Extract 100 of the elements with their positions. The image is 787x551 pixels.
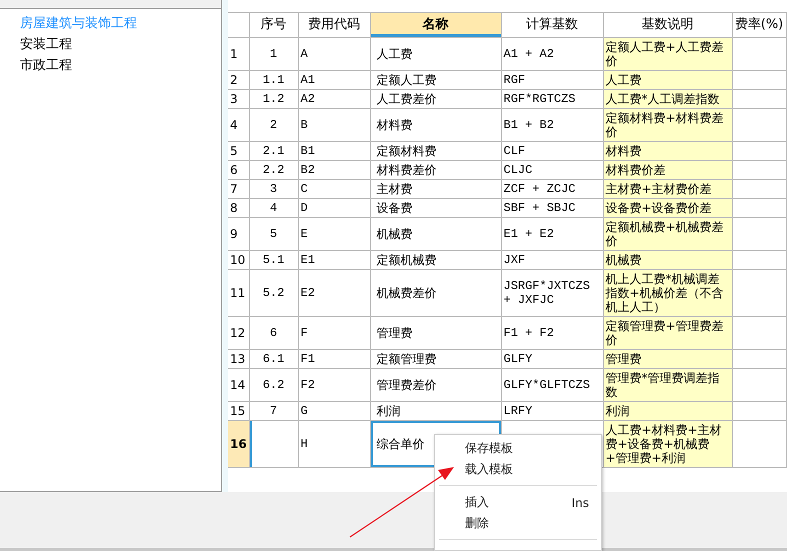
row-number[interactable]: 1 bbox=[228, 38, 249, 70]
table-cell: JSRGF*JXTCZS + JXFJC bbox=[501, 270, 603, 316]
table-cell: C bbox=[298, 180, 370, 198]
table-cell: B2 bbox=[298, 160, 370, 180]
table-cell: 定额人工费+人工费差价 bbox=[603, 38, 732, 70]
table-cell: F1 + F2 bbox=[501, 316, 603, 350]
table-cell: SBF + SBJC bbox=[501, 198, 603, 218]
row-number[interactable]: 14 bbox=[228, 368, 249, 402]
table-cell: 1.1 bbox=[249, 70, 298, 90]
row-number[interactable]: 3 bbox=[228, 90, 249, 108]
table-cell: F bbox=[298, 316, 370, 350]
table-cell: 人工费*人工调差指数 bbox=[603, 90, 732, 108]
table-cell: GLFY bbox=[501, 350, 603, 368]
table-cell: 人工费 bbox=[603, 70, 732, 90]
table-cell: 2.1 bbox=[249, 142, 298, 160]
table-cell: 主材费 bbox=[370, 180, 501, 198]
menu-item[interactable]: 删除 bbox=[435, 513, 601, 534]
table-cell: 机械费 bbox=[603, 250, 732, 270]
table-cell: 6.2 bbox=[249, 368, 298, 402]
row-number[interactable]: 4 bbox=[228, 108, 249, 142]
table-cell: 机械费差价 bbox=[370, 270, 501, 316]
table-cell: F1 bbox=[298, 350, 370, 368]
table-cell: 设备费+设备费价差 bbox=[603, 198, 732, 218]
table-cell: A1 + A2 bbox=[501, 38, 603, 70]
menu-item[interactable]: 插入 Ins bbox=[435, 492, 601, 513]
table-cell: 利润 bbox=[370, 402, 501, 420]
table-cell: 定额机械费+机械费差价 bbox=[603, 218, 732, 250]
table-cell: 设备费 bbox=[370, 198, 501, 218]
column-header[interactable]: 费率(%) bbox=[732, 12, 786, 38]
table-cell: A1 bbox=[298, 70, 370, 90]
row-number[interactable]: 6 bbox=[228, 160, 249, 180]
table-cell: 3 bbox=[249, 180, 298, 198]
table-cell: 管理费*管理费调差指数 bbox=[603, 368, 732, 402]
table-cell: 利润 bbox=[603, 402, 732, 420]
row-number[interactable]: 12 bbox=[228, 316, 249, 350]
table-cell: 人工费 bbox=[370, 38, 501, 70]
table-cell: 材料费价差 bbox=[603, 160, 732, 180]
table-cell: E2 bbox=[298, 270, 370, 316]
table-cell: 机上人工费*机械调差指数+机械价差（不含机上人工） bbox=[603, 270, 732, 316]
table-cell: ZCF + ZCJC bbox=[501, 180, 603, 198]
table-cell: 管理费差价 bbox=[370, 368, 501, 402]
table-cell: 材料费差价 bbox=[370, 160, 501, 180]
table-cell: 定额管理费 bbox=[370, 350, 501, 368]
row-number[interactable]: 5 bbox=[228, 142, 249, 160]
table-cell: E1 + E2 bbox=[501, 218, 603, 250]
table-cell: A bbox=[298, 38, 370, 70]
menu-item-label: 插入 bbox=[465, 494, 490, 511]
table-cell: 6.1 bbox=[249, 350, 298, 368]
table-cell: RGF bbox=[501, 70, 603, 90]
table-cell: H bbox=[298, 420, 370, 468]
table-cell: 机械费 bbox=[370, 218, 501, 250]
table-cell: 定额材料费+材料费差价 bbox=[603, 108, 732, 142]
column-header[interactable]: 计算基数 bbox=[501, 12, 603, 38]
table-cell: E1 bbox=[298, 250, 370, 270]
splitter[interactable] bbox=[222, 0, 228, 492]
table-cell: 5 bbox=[249, 218, 298, 250]
table-cell: 2.2 bbox=[249, 160, 298, 180]
menu-item-label: 删除 bbox=[465, 515, 490, 532]
row-number[interactable]: 16 bbox=[228, 420, 249, 468]
table-cell: 管理费 bbox=[370, 316, 501, 350]
table-cell: A2 bbox=[298, 90, 370, 108]
row-number[interactable]: 2 bbox=[228, 70, 249, 90]
table-cell: 人工费+材料费+主材费+设备费+机械费+管理费+利润 bbox=[603, 420, 732, 468]
table-cell: 7 bbox=[249, 402, 298, 420]
row-number[interactable]: 8 bbox=[228, 198, 249, 218]
table-cell: 1.2 bbox=[249, 90, 298, 108]
table-cell: LRFY bbox=[501, 402, 603, 420]
row-number[interactable]: 10 bbox=[228, 250, 249, 270]
table-cell: 5.2 bbox=[249, 270, 298, 316]
tree-item[interactable]: 安装工程 bbox=[20, 34, 221, 55]
table-cell: 材料费 bbox=[370, 108, 501, 142]
table-cell: G bbox=[298, 402, 370, 420]
table-cell: 定额机械费 bbox=[370, 250, 501, 270]
table-cell: 人工费差价 bbox=[370, 90, 501, 108]
table-cell: F2 bbox=[298, 368, 370, 402]
row-number[interactable]: 11 bbox=[228, 270, 249, 316]
table-cell: 1 bbox=[249, 38, 298, 70]
table-cell: 5.1 bbox=[249, 250, 298, 270]
table-cell: B bbox=[298, 108, 370, 142]
tree-item[interactable]: 市政工程 bbox=[20, 55, 221, 76]
row-number[interactable]: 7 bbox=[228, 180, 249, 198]
table-cell: CLF bbox=[501, 142, 603, 160]
table-cell: RGF*RGTCZS bbox=[501, 90, 603, 108]
table-cell: 定额管理费+管理费差价 bbox=[603, 316, 732, 350]
column-header[interactable]: 序号 bbox=[249, 12, 298, 38]
shortcut-label: Ins bbox=[572, 496, 589, 510]
table-cell: D bbox=[298, 198, 370, 218]
column-header[interactable]: 名称 bbox=[370, 12, 501, 38]
table-cell: E bbox=[298, 218, 370, 250]
row-number[interactable]: 13 bbox=[228, 350, 249, 368]
row-number[interactable]: 9 bbox=[228, 218, 249, 250]
table-cell: CLJC bbox=[501, 160, 603, 180]
table-cell: 2 bbox=[249, 108, 298, 142]
table-cell: 定额人工费 bbox=[370, 70, 501, 90]
column-header[interactable]: 费用代码 bbox=[298, 12, 370, 38]
table-cell: 6 bbox=[249, 316, 298, 350]
table-cell: GLFY*GLFTCZS bbox=[501, 368, 603, 402]
column-header[interactable]: 基数说明 bbox=[603, 12, 732, 38]
table-cell: 主材费+主材费价差 bbox=[603, 180, 732, 198]
table-cell: 定额材料费 bbox=[370, 142, 501, 160]
